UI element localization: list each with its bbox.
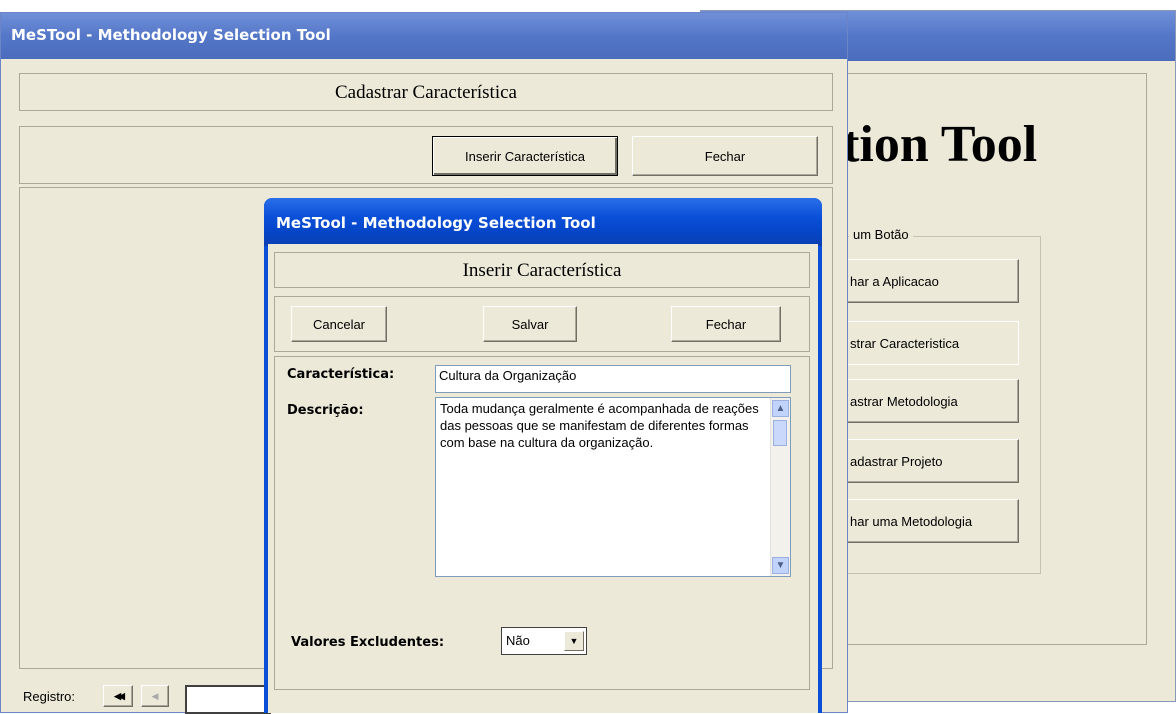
inserir-title: MeSTool - Methodology Selection Tool [276,214,596,232]
cadastrar-header: Cadastrar Característica [335,82,517,103]
record-number-field[interactable] [185,685,271,714]
valores-excludentes-label: Valores Excludentes: [291,635,445,650]
inserir-form-panel: Característica: Cultura da Organização D… [274,356,810,690]
chevron-down-icon[interactable]: ▼ [564,631,584,651]
inserir-titlebar[interactable]: MeSTool - Methodology Selection Tool [264,198,822,246]
inserir-toolbar-panel: Cancelar Salvar Fechar [274,296,810,352]
cadastrar-projeto-button[interactable]: adastrar Projeto [829,439,1019,483]
scroll-up-icon[interactable]: ▲ [772,400,789,417]
caracteristica-field[interactable]: Cultura da Organização [435,365,791,393]
inserir-dialog: MeSTool - Methodology Selection Tool Ins… [264,198,822,713]
fechar-aplicacao-button[interactable]: har a Aplicacao [829,259,1019,303]
fechar-dialog-button[interactable]: Fechar [671,306,781,342]
previous-record-button[interactable]: ◀ [141,685,169,707]
cancelar-button[interactable]: Cancelar [291,306,387,342]
valores-excludentes-value: Não [506,633,530,648]
cadastrar-title: MeSTool - Methodology Selection Tool [11,26,331,44]
descricao-scrollbar[interactable]: ▲ ▼ [770,398,790,576]
cadastrar-header-panel: Cadastrar Característica [19,73,833,111]
scroll-down-icon[interactable]: ▼ [772,557,789,574]
cadastrar-titlebar[interactable]: MeSTool - Methodology Selection Tool [1,13,847,59]
cadastrar-metodologia-button[interactable]: astrar Metodologia [829,379,1019,423]
escolher-metodologia-button[interactable]: har uma Metodologia [829,499,1019,543]
button-group-label: um Botão [849,227,913,242]
inserir-caracteristica-button[interactable]: Inserir Característica [432,136,618,176]
inserir-client-area: Inserir Característica Cancelar Salvar F… [268,244,818,713]
scroll-thumb[interactable] [773,420,787,446]
main-heading: ction Tool [819,116,1038,173]
fechar-button[interactable]: Fechar [632,136,818,176]
caracteristica-label: Característica: [287,367,395,382]
record-label: Registro: [23,689,76,704]
salvar-button[interactable]: Salvar [483,306,577,342]
valores-excludentes-select[interactable]: Não ▼ [501,627,587,655]
inserir-header-panel: Inserir Característica [274,252,810,288]
descricao-textarea[interactable]: Toda mudança geralmente é acompanhada de… [435,397,791,577]
first-record-button[interactable]: ◀◀ [103,685,133,707]
descricao-label: Descrição: [287,403,364,418]
cadastrar-caracteristica-button[interactable]: strar Caracteristica [829,321,1019,365]
descricao-text: Toda mudança geralmente é acompanhada de… [440,401,759,450]
cadastrar-toolbar-panel: Inserir Característica Fechar [19,126,833,184]
inserir-header: Inserir Característica [462,260,622,281]
